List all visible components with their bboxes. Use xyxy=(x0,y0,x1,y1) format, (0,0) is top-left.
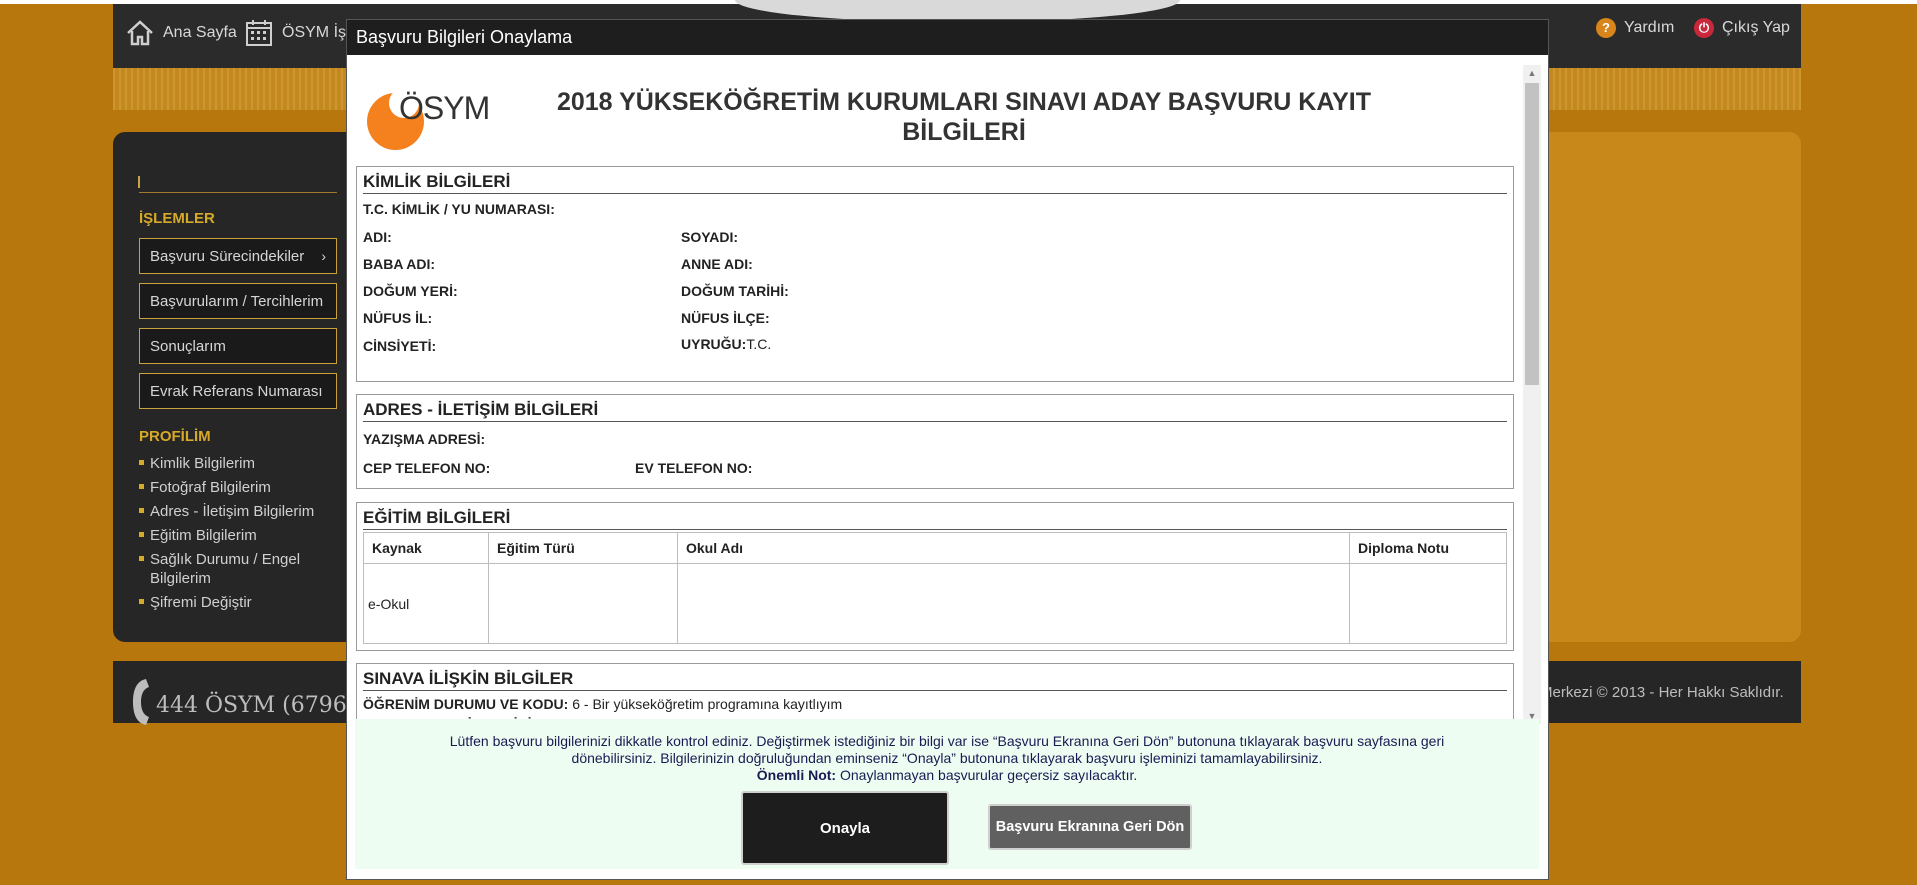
document-title: 2018 YÜKSEKÖĞRETİM KURUMLARI SINAVI ADAY… xyxy=(556,88,1372,146)
table-cell xyxy=(1349,563,1507,644)
dialog-title: Başvuru Bilgileri Onaylama xyxy=(347,20,1548,55)
column-header: Diploma Notu xyxy=(1349,532,1507,564)
calendar-icon xyxy=(244,18,274,48)
tc-number-field: T.C. KİMLİK / YU NUMARASI: xyxy=(363,201,555,217)
sidebar-link-address[interactable]: Adres - İletişim Bilgilerim xyxy=(139,502,314,521)
osym-logo-text: ÖSYM xyxy=(399,90,490,126)
exam-heading: SINAVA İLİŞKİN BİLGİLER xyxy=(363,669,1507,691)
birthplace-field: DOĞUM YERİ: xyxy=(363,283,458,299)
column-header: Kaynak xyxy=(363,532,489,564)
sidebar-link-health[interactable]: Sağlık Durumu / Engel Bilgilerim xyxy=(139,550,325,588)
sidebar-item-label: Başvuru Sürecindekiler xyxy=(150,247,305,265)
sidebar-item-label: Evrak Referans Numarası xyxy=(150,382,323,400)
nav-exit-link[interactable]: ⏻ Çıkış Yap xyxy=(1694,18,1790,38)
nav-osym-link[interactable]: ÖSYM İş xyxy=(244,18,346,48)
nav-home-label: Ana Sayfa xyxy=(163,24,237,41)
instruction-text: Lütfen başvuru bilgilerinizi dikkatle ko… xyxy=(449,733,1445,766)
confirmation-dialog: Başvuru Bilgileri Onaylama ÖSYM 2018 YÜK… xyxy=(346,19,1549,880)
sidebar-top-label xyxy=(138,176,140,188)
table-row: e-Okul xyxy=(363,563,1507,644)
birthdate-field: DOĞUM TARİHİ: xyxy=(681,283,789,299)
scrollbar-thumb[interactable] xyxy=(1525,83,1539,385)
sidebar-item-label: Başvurularım / Tercihlerim xyxy=(150,292,324,310)
sidebar-link-photo[interactable]: Fotoğraf Bilgilerim xyxy=(139,478,271,497)
identity-heading: KİMLİK BİLGİLERİ xyxy=(363,172,1507,194)
confirm-button[interactable]: Onayla xyxy=(741,791,949,865)
address-heading: ADRES - İLETİŞİM BİLGİLERİ xyxy=(363,400,1507,422)
sidebar-link-education[interactable]: Eğitim Bilgilerim xyxy=(139,526,257,545)
sidebar-item-my-applications[interactable]: Başvurularım / Tercihlerim xyxy=(139,283,337,319)
column-header: Okul Adı xyxy=(677,532,1350,564)
phone-icon xyxy=(130,677,152,733)
exit-icon: ⏻ xyxy=(1694,18,1714,38)
gender-field: CİNSİYETİ: xyxy=(363,338,437,354)
education-heading: EĞİTİM BİLGİLERİ xyxy=(363,508,1507,530)
address-field: YAZIŞMA ADRESİ: xyxy=(363,431,486,447)
important-note: Önemli Not: Onaylanmayan başvurular geçe… xyxy=(425,767,1469,783)
nav-help-label: Yardım xyxy=(1624,19,1675,36)
address-section: ADRES - İLETİŞİM BİLGİLERİ YAZIŞMA ADRES… xyxy=(356,394,1514,489)
sidebar-item-my-results[interactable]: Sonuçlarım xyxy=(139,328,337,364)
chevron-right-icon: › xyxy=(321,248,326,264)
surname-field: SOYADI: xyxy=(681,229,739,245)
sidebar-item-applications-in-process[interactable]: Başvuru Sürecindekiler › xyxy=(139,238,337,274)
nav-home-link[interactable]: Ana Sayfa xyxy=(125,18,237,48)
name-field: ADI: xyxy=(363,229,392,245)
nav-help-link[interactable]: ? Yardım xyxy=(1596,18,1674,38)
table-cell: e-Okul xyxy=(363,563,489,644)
nationality-value: T.C. xyxy=(746,336,772,352)
sidebar-item-document-reference[interactable]: Evrak Referans Numarası xyxy=(139,373,337,409)
important-note-label: Önemli Not: xyxy=(756,767,837,783)
scroll-up-icon[interactable]: ▲ xyxy=(1523,65,1541,81)
footer-phone-number: 444 ÖSYM (6796) xyxy=(156,692,356,718)
important-note-text: Onaylanmayan başvurular geçersiz sayılac… xyxy=(839,767,1138,783)
education-table: Kaynak Eğitim Türü Okul Adı Diploma Notu… xyxy=(363,532,1507,644)
identity-section: KİMLİK BİLGİLERİ T.C. KİMLİK / YU NUMARA… xyxy=(356,166,1514,382)
osym-logo: ÖSYM xyxy=(357,83,507,153)
mother-name-field: ANNE ADI: xyxy=(681,256,753,272)
education-status-field: ÖĞRENİM DURUMU VE KODU: 6 - Bir yükseköğ… xyxy=(363,696,843,712)
district-field: NÜFUS İLÇE: xyxy=(681,310,770,326)
dialog-scrollbar[interactable]: ▲ ▼ xyxy=(1523,65,1541,724)
footer-phone: 444 ÖSYM (6796) xyxy=(130,677,355,733)
nav-exit-label: Çıkış Yap xyxy=(1722,19,1790,36)
column-header: Eğitim Türü xyxy=(488,532,678,564)
back-to-application-button[interactable]: Başvuru Ekranına Geri Dön xyxy=(988,804,1192,850)
nationality-field: UYRUĞU:T.C. xyxy=(681,336,772,352)
education-table-header: Kaynak Eğitim Türü Okul Adı Diploma Notu xyxy=(363,532,1507,564)
confirmation-footer: Lütfen başvuru bilgilerinizi dikkatle ko… xyxy=(355,719,1539,869)
sidebar-operations-heading: İŞLEMLER xyxy=(139,210,215,227)
home-phone-field: EV TELEFON NO: xyxy=(635,460,753,476)
table-cell xyxy=(488,563,678,644)
mobile-phone-field: CEP TELEFON NO: xyxy=(363,460,491,476)
sidebar-link-change-password[interactable]: Şifremi Değiştir xyxy=(139,593,252,612)
footer-copyright: Merkezi © 2013 - Her Hakkı Saklıdır. xyxy=(1540,684,1784,701)
dialog-scroll-area[interactable]: ÖSYM 2018 YÜKSEKÖĞRETİM KURUMLARI SINAVI… xyxy=(354,65,1530,724)
sidebar-divider xyxy=(139,192,337,193)
nav-osym-label: ÖSYM İş xyxy=(282,24,347,41)
father-name-field: BABA ADI: xyxy=(363,256,436,272)
education-section: EĞİTİM BİLGİLERİ Kaynak Eğitim Türü Okul… xyxy=(356,502,1514,651)
sidebar-link-identity[interactable]: Kimlik Bilgilerim xyxy=(139,454,255,473)
sidebar-profile-heading: PROFİLİM xyxy=(139,428,211,445)
table-cell xyxy=(677,563,1350,644)
help-icon: ? xyxy=(1596,18,1616,38)
sidebar-item-label: Sonuçlarım xyxy=(150,337,226,355)
province-field: NÜFUS İL: xyxy=(363,310,433,326)
exam-section: SINAVA İLİŞKİN BİLGİLER ÖĞRENİM DURUMU V… xyxy=(356,663,1514,724)
home-icon xyxy=(125,18,155,48)
